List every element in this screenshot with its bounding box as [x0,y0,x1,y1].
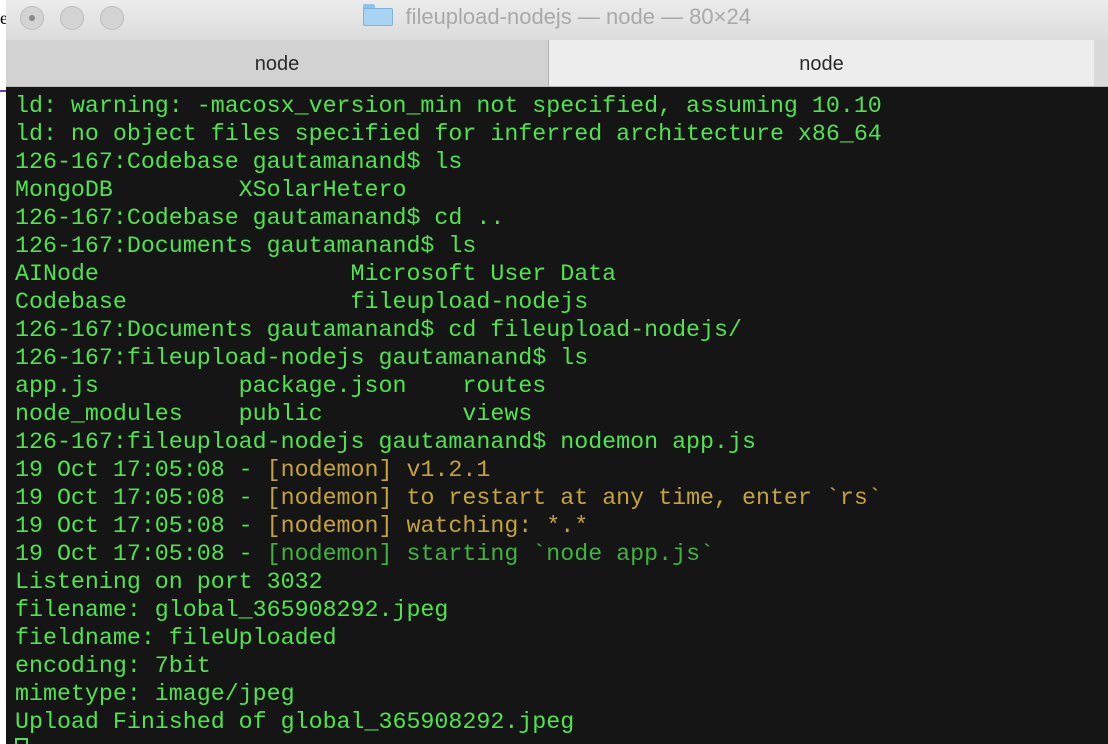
terminal-line: 126-167:Codebase gautamanand$ cd .. [15,205,505,231]
terminal-line: ld: no object files specified for inferr… [15,121,882,147]
folder-icon [363,4,393,26]
window-title-area: fileupload-nodejs — node — 80×24 [6,4,1108,34]
nodemon-message: v1.2.1 [392,457,491,483]
tab-node-2[interactable]: node [549,40,1094,86]
tab-bar: node node [6,40,1108,87]
nodemon-line: 19 Oct 17:05:08 - [nodemon] to restart a… [15,484,1108,512]
terminal-line: 126-167:fileupload-nodejs gautamanand$ n… [15,429,756,455]
nodemon-timestamp: 19 Oct 17:05:08 - [15,541,267,567]
terminal-line: fieldname: fileUploaded [15,625,337,651]
terminal-line: encoding: 7bit [15,653,211,679]
nodemon-timestamp: 19 Oct 17:05:08 - [15,485,267,511]
nodemon-message: to restart at any time, enter `rs` [392,485,882,511]
terminal-output[interactable]: ld: warning: -macosx_version_min not spe… [6,88,1108,744]
nodemon-line: 19 Oct 17:05:08 - [nodemon] watching: *.… [15,512,1108,540]
nodemon-tag: [nodemon] [266,513,393,539]
terminal-line: 126-167:Documents gautamanand$ ls [15,233,477,259]
terminal-line: Listening on port 3032 [15,569,323,595]
terminal-line: ld: warning: -macosx_version_min not spe… [15,93,882,119]
nodemon-tag: [nodemon] [266,541,393,567]
terminal-line: app.js package.json routes [15,373,547,399]
nodemon-line: 19 Oct 17:05:08 - [nodemon] starting `no… [15,540,1108,568]
nodemon-timestamp: 19 Oct 17:05:08 - [15,513,267,539]
window-title: fileupload-nodejs — node — 80×24 [405,4,751,29]
nodemon-message: watching: *.* [392,513,589,539]
terminal-line: node_modules public views [15,401,533,427]
title-bar[interactable]: fileupload-nodejs — node — 80×24 [6,0,1108,40]
cursor-line [15,736,1108,744]
nodemon-message: starting `node app.js` [392,541,715,567]
terminal-line: AINode Microsoft User Data [15,261,617,287]
terminal-line: filename: global_365908292.jpeg [15,597,449,623]
nodemon-tag: [nodemon] [266,485,393,511]
terminal-cursor [15,738,28,744]
terminal-window: fileupload-nodejs — node — 80×24 node no… [6,0,1108,744]
terminal-line: 126-167:Documents gautamanand$ cd fileup… [15,317,742,343]
terminal-line: Upload Finished of global_365908292.jpeg [15,709,575,735]
nodemon-tag: [nodemon] [266,457,393,483]
terminal-line: 126-167:fileupload-nodejs gautamanand$ l… [15,345,589,371]
terminal-line: 126-167:Codebase gautamanand$ ls [15,149,463,175]
terminal-line: Codebase fileupload-nodejs [15,289,589,315]
tab-node-1[interactable]: node [6,40,549,86]
terminal-line: MongoDB XSolarHetero [15,177,407,203]
nodemon-line: 19 Oct 17:05:08 - [nodemon] v1.2.1 [15,456,1108,484]
terminal-line: mimetype: image/jpeg [15,681,295,707]
nodemon-timestamp: 19 Oct 17:05:08 - [15,457,267,483]
